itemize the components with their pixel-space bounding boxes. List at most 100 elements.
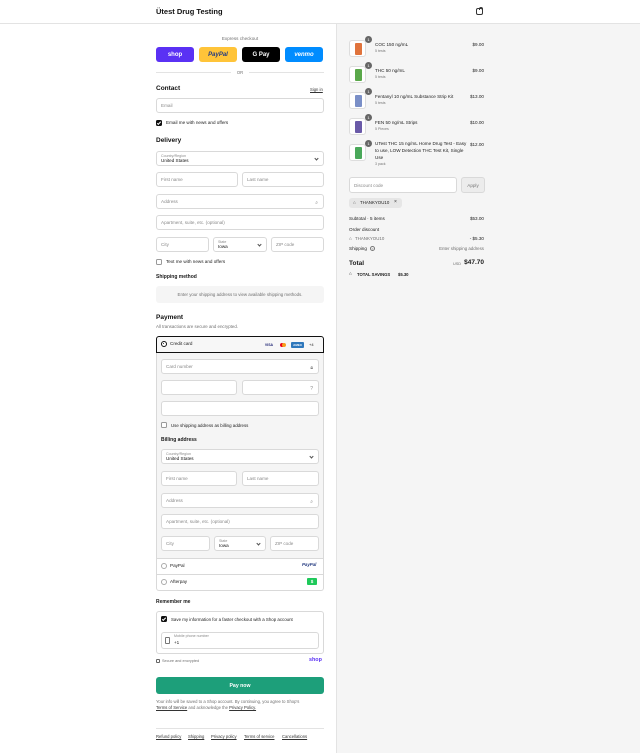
apartment-field[interactable]: Apartment, suite, etc. (optional) (156, 215, 324, 230)
terms-text: Your info will be saved to a Shop accoun… (156, 699, 324, 711)
billing-address-field[interactable]: Address ⌕ (161, 493, 319, 508)
paypal-button[interactable]: PayPal (199, 47, 237, 62)
card-number-placeholder: Card number (166, 364, 193, 369)
save-info-checkbox[interactable] (161, 616, 167, 622)
billing-country-value: United States (166, 456, 194, 461)
item-price: $13.00 (469, 94, 484, 99)
venmo-button[interactable]: venmo (285, 47, 323, 62)
last-name-placeholder: Last name (247, 177, 269, 182)
last-name-field[interactable]: Last name (242, 172, 324, 187)
remove-discount-icon[interactable]: × (394, 199, 397, 205)
first-name-placeholder: First name (161, 177, 183, 182)
shipping-value: Enter shipping address (439, 246, 484, 251)
state-select[interactable]: State Iowa (213, 237, 267, 252)
billing-state-select[interactable]: State Iowa (214, 536, 266, 551)
afterpay-radio[interactable] (161, 579, 167, 585)
billing-zip-field[interactable]: ZIP code (270, 536, 319, 551)
shop-logo: shop (309, 657, 322, 663)
name-on-card-field[interactable] (161, 401, 319, 416)
quantity-badge: 1 (365, 140, 372, 147)
footer-privacy-policy[interactable]: Privacy policy (211, 734, 237, 739)
text-me-checkbox[interactable] (156, 259, 162, 265)
help-icon: ? (310, 385, 313, 392)
tag-icon: ⌂ (353, 200, 356, 205)
country-value: United States (161, 158, 189, 163)
paypal-radio[interactable] (161, 563, 167, 569)
footer-terms-of-service[interactable]: Terms of service (244, 734, 274, 739)
shipping-notice: Enter your shipping address to view avai… (156, 286, 324, 303)
billing-city-field[interactable]: City (161, 536, 210, 551)
expiration-field[interactable] (161, 380, 237, 395)
or-separator: OR (236, 70, 244, 75)
quantity-badge: 1 (365, 36, 372, 43)
billing-first-name-field[interactable]: First name (161, 471, 237, 486)
express-button-label: shop (167, 51, 183, 58)
billing-first-name-placeholder: First name (166, 476, 188, 481)
payment-heading: Payment (156, 314, 184, 321)
apply-button[interactable]: Apply (461, 177, 485, 193)
footer-cancellations[interactable]: Cancellations (282, 734, 307, 739)
divider (249, 72, 324, 73)
privacy-policy-link[interactable]: Privacy Policy. (229, 705, 256, 710)
shipping-method-heading: Shipping method (156, 274, 197, 280)
phone-value: +1 (174, 640, 180, 645)
billing-apartment-field[interactable]: Apartment, suite, etc. (optional) (161, 514, 319, 529)
subtotal-label: Subtotal · 5 items (349, 216, 385, 221)
product-image (355, 95, 362, 107)
info-icon[interactable]: ? (370, 246, 375, 251)
item-variant: 5 tests (375, 101, 386, 105)
paypal-logo: PayPal (302, 562, 317, 567)
footer-refund-policy[interactable]: Refund policy (156, 734, 181, 739)
text-me-label: Text me with news and offers (166, 259, 226, 264)
zip-field[interactable]: ZIP code (271, 237, 324, 252)
billing-apartment-placeholder: Apartment, suite, etc. (optional) (166, 519, 230, 524)
contact-heading: Contact (156, 85, 181, 92)
phone-label: Mobile phone number (174, 634, 209, 638)
billing-state-value: Iowa (219, 543, 229, 548)
address-field[interactable]: Address ⌕ (156, 194, 324, 209)
item-variant: 5 tests (375, 75, 386, 79)
remember-me-heading: Remember me (156, 599, 191, 605)
apartment-placeholder: Apartment, suite, etc. (optional) (161, 220, 225, 225)
chevron-down-icon (257, 242, 262, 247)
chevron-down-icon (256, 541, 261, 546)
email-placeholder: Email (161, 103, 173, 108)
quantity-badge: 1 (365, 88, 372, 95)
product-image (355, 121, 362, 133)
search-icon: ⌕ (315, 199, 318, 206)
total-label: Total (349, 260, 365, 267)
item-name: UTest THC 15 ng/mL Home Drug Test - Easy… (375, 141, 467, 160)
discount-code-field[interactable]: Discount code (349, 177, 457, 193)
shop-pay-button[interactable]: shop (156, 47, 194, 62)
item-name: FEN 50 ng/mL Strips (375, 120, 418, 125)
security-code-field[interactable]: ? (242, 380, 319, 395)
news-checkbox[interactable] (156, 120, 162, 126)
discount-placeholder: Discount code (354, 182, 384, 188)
terms-of-service-link[interactable]: Terms of Service (156, 705, 187, 710)
billing-zip-placeholder: ZIP code (275, 541, 294, 546)
billing-country-select[interactable]: Country/Region United States (161, 449, 319, 464)
shopping-bag-icon[interactable] (476, 7, 483, 15)
express-button-label: venmo (294, 51, 314, 58)
country-select[interactable]: Country/Region United States (156, 151, 324, 166)
header: Ütest Drug Testing (0, 0, 640, 24)
product-thumbnail (349, 144, 366, 161)
billing-last-name-field[interactable]: Last name (242, 471, 319, 486)
first-name-field[interactable]: First name (156, 172, 238, 187)
mastercard-icon (278, 342, 288, 348)
quantity-badge: 1 (365, 114, 372, 121)
currency-label: USD (453, 262, 462, 266)
savings-icon: ⌂ (349, 271, 352, 276)
email-field[interactable]: Email (156, 98, 324, 113)
card-number-field[interactable]: Card number 🔒︎ (161, 359, 319, 374)
credit-card-radio[interactable] (161, 341, 167, 347)
google-pay-button[interactable]: G Pay (242, 47, 280, 62)
product-image (355, 69, 362, 81)
item-name: Fentanyl 10 ng/mL Substance Strip Kit (375, 94, 454, 99)
sign-in-link[interactable]: Sign in (310, 87, 323, 92)
footer-shipping[interactable]: Shipping (188, 734, 204, 739)
pay-now-button[interactable]: Pay now (156, 677, 324, 694)
city-field[interactable]: City (156, 237, 209, 252)
store-title[interactable]: Ütest Drug Testing (156, 7, 223, 16)
use-shipping-checkbox[interactable] (161, 422, 167, 428)
